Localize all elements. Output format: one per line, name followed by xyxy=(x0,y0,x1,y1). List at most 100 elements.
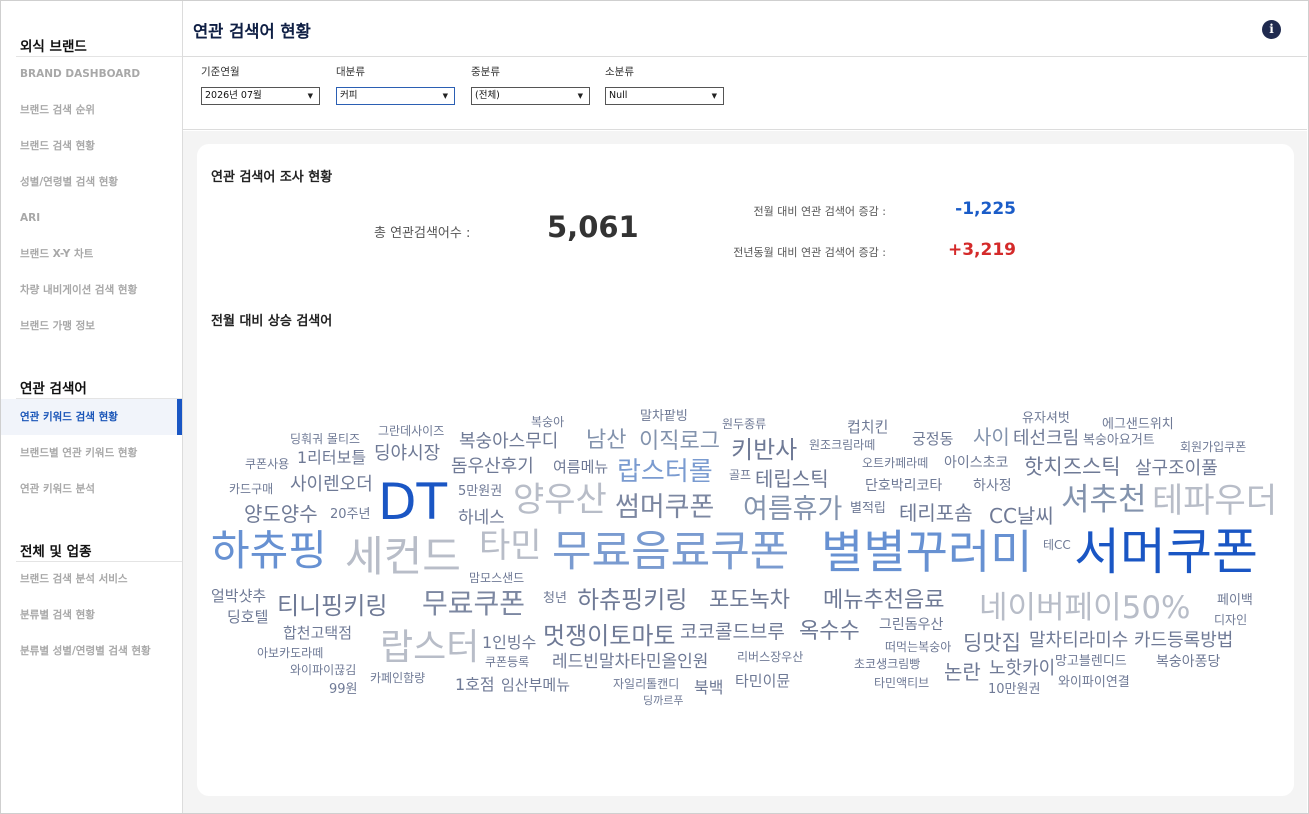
cloud-word[interactable]: 쿠폰등록 xyxy=(485,656,529,668)
cloud-word[interactable]: 카드등록방법 xyxy=(1134,632,1233,650)
cloud-word[interactable]: 멋쟁이토마토 xyxy=(543,624,675,648)
sidebar-item-related-keyword-status[interactable]: 연관 키워드 검색 현황 xyxy=(1,399,182,435)
cloud-word[interactable]: 랍스터 xyxy=(380,630,479,666)
cloud-word[interactable]: 떠먹는복숭아 xyxy=(885,641,951,653)
cloud-word[interactable]: 타민이뮨 xyxy=(735,674,790,689)
cloud-word[interactable]: 복숭아퐁당 xyxy=(1156,655,1220,669)
cloud-word[interactable]: 돔우산후기 xyxy=(451,458,534,476)
sidebar-item-category-search[interactable]: 분류별 검색 현황 xyxy=(1,597,182,633)
cloud-word[interactable]: 맘모스샌드 xyxy=(469,572,524,584)
cloud-word[interactable]: 회원가입쿠폰 xyxy=(1180,441,1246,453)
sidebar-item-car-navigation[interactable]: 차량 내비게이션 검색 현황 xyxy=(1,272,182,308)
cloud-word[interactable]: 궁정동 xyxy=(912,432,953,447)
sidebar-item-brand-search-rank[interactable]: 브랜드 검색 순위 xyxy=(1,92,182,128)
cloud-word[interactable]: 무료쿠폰 xyxy=(422,590,525,618)
cloud-word[interactable]: 양우산 xyxy=(513,483,607,517)
middle-category-select[interactable]: (전체) ▼ xyxy=(471,87,590,105)
cloud-word[interactable]: 리버스장우산 xyxy=(737,651,803,663)
cloud-word[interactable]: 99원 xyxy=(329,683,358,696)
cloud-word[interactable]: 셔추천 xyxy=(1061,485,1147,516)
cloud-word[interactable]: 살구조이풀 xyxy=(1135,460,1218,478)
cloud-word[interactable]: 아보카도라떼 xyxy=(257,647,323,659)
cloud-word[interactable]: 세컨드 xyxy=(345,536,461,578)
cloud-word[interactable]: 테리포솜 xyxy=(899,503,973,523)
cloud-word[interactable]: 원조크림라떼 xyxy=(809,439,875,451)
cloud-word[interactable]: 하네스 xyxy=(458,510,505,527)
cloud-word[interactable]: 테CC xyxy=(1043,539,1071,551)
sidebar-item-gender-age-search[interactable]: 성별/연령별 검색 현황 xyxy=(1,164,182,200)
cloud-word[interactable]: 키반사 xyxy=(731,438,797,462)
info-icon[interactable]: i xyxy=(1262,20,1281,39)
cloud-word[interactable]: 테립스틱 xyxy=(755,469,829,489)
cloud-word[interactable]: 딩맛집 xyxy=(963,633,1021,654)
cloud-word[interactable]: 하츄핑키링 xyxy=(577,588,687,612)
cloud-word[interactable]: 사이렌오더 xyxy=(290,476,373,494)
cloud-word[interactable]: 그란데사이즈 xyxy=(378,425,444,437)
cloud-word[interactable]: 여름메뉴 xyxy=(553,460,608,475)
cloud-word[interactable]: 얼박샷추 xyxy=(211,589,266,604)
cloud-word[interactable]: 티니핑키링 xyxy=(277,594,387,618)
base-month-select[interactable]: 2026년 07월 ▼ xyxy=(201,87,320,105)
cloud-word[interactable]: 남산 xyxy=(586,430,626,452)
cloud-word[interactable]: 카드구매 xyxy=(229,483,273,495)
cloud-word[interactable]: 양도양수 xyxy=(244,504,318,524)
cloud-word[interactable]: 이직로그 xyxy=(639,431,720,453)
cloud-word[interactable]: 타민액티브 xyxy=(874,677,929,689)
cloud-word[interactable]: 메뉴추천음료 xyxy=(823,590,944,612)
cloud-word[interactable]: 임산부메뉴 xyxy=(501,678,570,693)
cloud-word[interactable]: 1리터보틀 xyxy=(297,450,366,466)
cloud-word[interactable]: 네이버페이50% xyxy=(979,593,1191,624)
cloud-word[interactable]: 말차티라미수 xyxy=(1029,632,1128,650)
cloud-word[interactable]: 원두종류 xyxy=(722,418,766,430)
cloud-word[interactable]: 에그샌드위치 xyxy=(1102,418,1174,431)
cloud-word[interactable]: 딩훠궈 몰티즈 xyxy=(290,433,360,445)
cloud-word[interactable]: 망고블렌디드 xyxy=(1055,655,1127,668)
cloud-word[interactable]: 1인빙수 xyxy=(482,635,536,651)
cloud-word[interactable]: 카페인함량 xyxy=(370,672,425,684)
cloud-word[interactable]: 와이파이끊김 xyxy=(290,664,356,676)
sidebar-item-related-keyword-analysis[interactable]: 연관 키워드 분석 xyxy=(1,471,182,507)
cloud-word[interactable]: 서머쿠폰 xyxy=(1074,527,1258,577)
sidebar-item-brand-dashboard[interactable]: BRAND DASHBOARD xyxy=(1,56,182,92)
cloud-word[interactable]: 초코생크림빵 xyxy=(854,658,920,670)
cloud-word[interactable]: CC날씨 xyxy=(989,506,1054,526)
sidebar-item-brand-xy-chart[interactable]: 브랜드 X-Y 차트 xyxy=(1,236,182,272)
cloud-word[interactable]: 딩까르푸 xyxy=(643,695,683,706)
cloud-word[interactable]: 테파우더 xyxy=(1152,484,1277,518)
cloud-word[interactable]: 테선크림 xyxy=(1013,430,1079,448)
cloud-word[interactable]: 컵치킨 xyxy=(847,420,888,435)
sidebar-item-ari[interactable]: ARI xyxy=(1,200,182,236)
cloud-word[interactable]: 10만원권 xyxy=(988,683,1040,696)
cloud-word[interactable]: 쿠폰사용 xyxy=(245,458,289,470)
cloud-word[interactable]: 노핫카이 xyxy=(989,660,1055,678)
cloud-word[interactable]: 자일리톨캔디 xyxy=(613,678,679,690)
sidebar-item-brand-search-status[interactable]: 브랜드 검색 현황 xyxy=(1,128,182,164)
cloud-word[interactable]: 레드빈말차타민올인원 xyxy=(552,654,708,671)
cloud-word[interactable]: 골프 xyxy=(729,469,751,481)
cloud-word[interactable]: 무료음료쿠폰 xyxy=(552,531,789,574)
cloud-word[interactable]: DT xyxy=(378,477,447,527)
cloud-word[interactable]: 말차팥빙 xyxy=(640,410,688,423)
cloud-word[interactable]: 5만원권 xyxy=(458,485,502,498)
cloud-word[interactable]: 하사정 xyxy=(973,479,1012,493)
cloud-word[interactable]: 복숭아 xyxy=(531,416,564,428)
sidebar-item-brand-related-keyword[interactable]: 브랜드별 연관 키워드 현황 xyxy=(1,435,182,471)
major-category-select[interactable]: 커피 ▼ xyxy=(336,87,455,105)
cloud-word[interactable]: 딩야시장 xyxy=(374,445,440,463)
cloud-word[interactable]: 1호점 xyxy=(455,677,495,693)
cloud-word[interactable]: 타민 xyxy=(479,529,542,563)
cloud-word[interactable]: 아이스초코 xyxy=(944,456,1008,470)
cloud-word[interactable]: 썸머쿠폰 xyxy=(615,494,714,521)
cloud-word[interactable]: 딩호텔 xyxy=(227,610,268,625)
cloud-word[interactable]: 복숭아스무디 xyxy=(459,433,558,451)
cloud-word[interactable]: 오트카페라떼 xyxy=(862,457,928,469)
cloud-word[interactable]: 페이백 xyxy=(1217,594,1253,607)
cloud-word[interactable]: 코코콜드브루 xyxy=(680,623,785,642)
cloud-word[interactable]: 포도녹차 xyxy=(709,590,790,612)
cloud-word[interactable]: 그린돔우산 xyxy=(879,618,943,632)
cloud-word[interactable]: 20주년 xyxy=(330,508,370,521)
cloud-word[interactable]: 별별꾸러미 xyxy=(821,529,1033,575)
cloud-word[interactable]: 여름휴가 xyxy=(743,496,842,523)
cloud-word[interactable]: 별적립 xyxy=(850,502,886,515)
cloud-word[interactable]: 와이파이연결 xyxy=(1058,676,1130,689)
